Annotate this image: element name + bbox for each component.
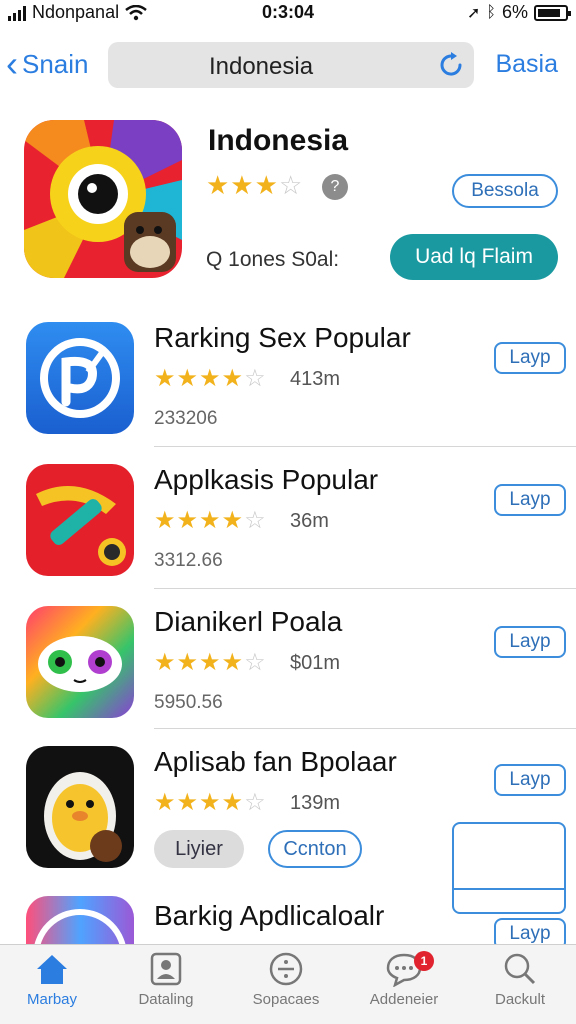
get-button[interactable]: Layp	[494, 342, 566, 374]
search-field[interactable]: Indonesia	[108, 42, 474, 88]
tab-label: Addeneier	[369, 991, 439, 1008]
app-list-item[interactable]: Applkasis Popular ★★★★☆ 36m 3312.66 Layp	[0, 464, 576, 584]
back-label: Snain	[22, 48, 89, 79]
app-list-item[interactable]: Rarking Sex Popular ★★★★☆ 413m 233206 La…	[0, 322, 576, 442]
app-name: Applkasis Popular	[154, 464, 379, 495]
profile-icon	[150, 952, 182, 986]
tab-profile[interactable]: Dataling	[118, 951, 214, 1008]
search-icon	[504, 953, 536, 985]
notification-badge: 1	[414, 951, 434, 971]
app-downloads: 3312.66	[154, 550, 223, 571]
location-icon: ➚	[466, 4, 481, 22]
featured-app-icon[interactable]	[24, 120, 182, 278]
app-icon	[26, 896, 134, 944]
app-icon	[26, 464, 134, 576]
featured-outline-button[interactable]: Bessola	[452, 174, 558, 208]
divider	[154, 728, 576, 729]
app-rating: ★★★★☆	[154, 507, 267, 534]
tab-bar: Marbay Dataling Sopacaes 1 Addeneier Dac…	[0, 944, 576, 1024]
app-rating: ★★★★☆	[154, 365, 267, 392]
app-size: $01m	[290, 652, 341, 674]
app-list-item[interactable]: Dianikerl Poala ★★★★☆ $01m 5950.56 Layp	[0, 606, 576, 726]
outline-button[interactable]: Ccnton	[268, 830, 362, 868]
bluetooth-icon: ᛒ	[486, 3, 496, 21]
app-name: Dianikerl Poala	[154, 606, 343, 637]
info-icon[interactable]: ?	[322, 174, 348, 200]
divide-icon	[269, 952, 303, 986]
refresh-icon[interactable]	[436, 50, 466, 80]
nav-right-button[interactable]: Basia	[495, 50, 558, 79]
tab-divide[interactable]: Sopacaes	[238, 951, 334, 1008]
tab-label: Dackult	[494, 991, 546, 1008]
back-button[interactable]: ‹ Snain	[6, 46, 89, 82]
get-button[interactable]: Layp	[494, 764, 566, 796]
featured-subtitle: Q 1ones S0al:	[206, 248, 340, 271]
battery-percent: 6%	[501, 2, 528, 22]
nav-bar: ‹ Snain Indonesia Basia	[0, 40, 576, 90]
app-downloads: 5950.56	[154, 692, 223, 713]
tab-chat[interactable]: 1 Addeneier	[356, 951, 452, 1008]
app-rating: ★★★★☆	[154, 789, 267, 816]
app-size: 36m	[290, 510, 329, 532]
get-button[interactable]: Layp	[494, 484, 566, 516]
app-icon	[26, 746, 134, 868]
get-button[interactable]: Layp	[494, 918, 566, 944]
app-downloads: 233206	[154, 408, 218, 429]
tab-label: Sopacaes	[252, 991, 320, 1008]
app-name: Aplisab fan Bpolaar	[154, 746, 397, 777]
tab-home[interactable]: Marbay	[4, 951, 100, 1008]
featured-main-button[interactable]: Uad lq Flaim	[390, 234, 558, 280]
featured-title: Indonesia	[208, 124, 349, 157]
app-list-item[interactable]: Barkig Apdlicaloalr Layp	[0, 896, 576, 944]
app-icon	[26, 322, 134, 434]
divider	[154, 446, 576, 447]
status-right: ➚ ᛒ 6%	[466, 2, 571, 23]
status-bar: Ndonpanal 0:3:04 ➚ ᛒ 6%	[0, 0, 576, 26]
secondary-button[interactable]: Liyier	[154, 830, 244, 868]
tab-search[interactable]: Dackult	[472, 951, 568, 1008]
app-size: 139m	[290, 792, 341, 814]
home-icon	[37, 955, 67, 984]
app-name: Rarking Sex Popular	[154, 322, 411, 353]
divider	[154, 588, 576, 589]
app-size: 413m	[290, 368, 341, 390]
featured-rating: ★★★☆	[206, 170, 304, 200]
tab-label: Marbay	[26, 991, 78, 1008]
search-text: Indonesia	[208, 53, 314, 80]
battery-icon	[534, 4, 571, 21]
featured-app: Indonesia ★★★☆ ? Bessola Q 1ones S0al: U…	[0, 108, 576, 298]
app-name: Barkig Apdlicaloalr	[154, 900, 385, 931]
chevron-left-icon: ‹	[6, 43, 18, 84]
app-rating: ★★★★☆	[154, 649, 267, 676]
app-icon	[26, 606, 134, 718]
tab-label: Dataling	[138, 991, 194, 1008]
get-button[interactable]: Layp	[494, 626, 566, 658]
